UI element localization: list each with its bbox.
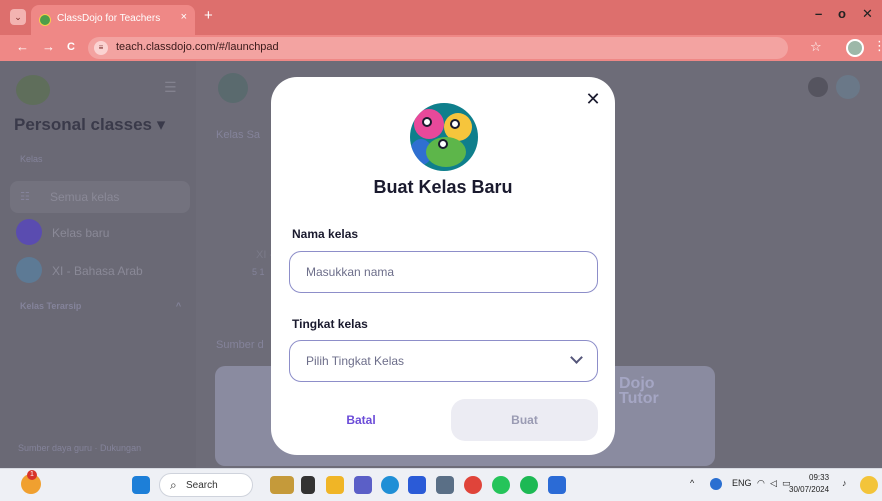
modal-title: Buat Kelas Baru: [373, 177, 513, 197]
windows-start-icon[interactable]: [132, 476, 150, 494]
chevron-up-icon: ^: [175, 301, 182, 311]
cancel-button[interactable]: Batal: [331, 399, 391, 441]
camera-icon[interactable]: [436, 476, 454, 494]
close-window-button[interactable]: ✕: [862, 6, 873, 22]
whatsapp-icon[interactable]: [492, 476, 510, 494]
classdojo-logo: [16, 75, 50, 105]
resources-heading: Sumber d: [216, 339, 264, 351]
profile-avatar[interactable]: [846, 39, 864, 57]
wifi-icon[interactable]: ◠: [757, 478, 765, 489]
archived-classes-toggle[interactable]: Kelas Terarsip ^: [20, 301, 181, 311]
promo-text: Dojo Tutor: [619, 375, 659, 407]
classdojo-favicon-icon: [39, 14, 51, 26]
grade-level-label: Tingkat kelas: [292, 317, 368, 331]
address-bar[interactable]: ≡ teach.classdojo.com/#/launchpad: [88, 37, 788, 59]
sidebar-footer-links[interactable]: Sumber daya guru · Dukungan: [18, 443, 141, 453]
sidebar: ☰ Personal classes ▾ Kelas ☷ Semua kelas…: [0, 61, 196, 468]
class-avatar: [16, 257, 42, 283]
browser-tab-strip: ⌄ ClassDojo for Teachers × + – o ✕: [0, 0, 882, 35]
sidebar-item-label: Semua kelas: [50, 190, 120, 204]
teams-icon[interactable]: [354, 476, 372, 494]
forward-button[interactable]: →: [42, 39, 55, 54]
school-avatar[interactable]: [218, 73, 248, 103]
bookmark-star-icon[interactable]: ☆: [810, 39, 822, 55]
windows-taskbar: 1 ⌕ Search ^ ENG ◠ ◁ ▭ 09:33 30/07/2024 …: [0, 468, 882, 501]
word-icon[interactable]: [548, 476, 566, 494]
notification-bell-icon[interactable]: ♪: [842, 478, 847, 488]
search-icon: ⌕: [170, 478, 177, 492]
browser-toolbar: ← → C ≡ teach.classdojo.com/#/launchpad: [0, 35, 882, 61]
close-modal-button[interactable]: ✕: [583, 89, 603, 109]
news-widget-icon[interactable]: [270, 476, 294, 494]
edge-icon[interactable]: [381, 476, 399, 494]
classes-section-label: Kelas: [20, 154, 43, 164]
class-name-label: Nama kelas: [292, 227, 359, 241]
search-label: Search: [186, 480, 218, 491]
classes-section-heading: Kelas Sa: [216, 129, 261, 141]
create-class-modal: ✕ Buat Kelas Baru Nama kelas Masukkan na…: [271, 77, 615, 455]
sidebar-item-class[interactable]: XI - Bahasa Arab: [52, 264, 143, 278]
chrome-icon[interactable]: [464, 476, 482, 494]
reload-button[interactable]: C: [67, 41, 75, 53]
grid-icon: ☷: [20, 191, 30, 203]
create-button[interactable]: Buat: [451, 399, 598, 441]
tab-close-button[interactable]: ×: [181, 11, 187, 23]
store-icon[interactable]: [408, 476, 426, 494]
grade-level-placeholder: Pilih Tingkat Kelas: [306, 354, 405, 368]
tab-search-icon[interactable]: ⌄: [10, 9, 26, 25]
user-avatar[interactable]: [836, 75, 860, 99]
site-info-icon[interactable]: ≡: [94, 41, 108, 55]
spotify-icon[interactable]: [520, 476, 538, 494]
chevron-up-icon[interactable]: ^: [690, 478, 694, 488]
chevron-down-icon: ▾: [156, 115, 166, 134]
browser-tab[interactable]: ClassDojo for Teachers ×: [31, 5, 195, 35]
copilot-icon[interactable]: [860, 476, 878, 494]
sidebar-item-new-class[interactable]: Kelas baru: [52, 226, 109, 240]
language-indicator[interactable]: ENG: [732, 478, 752, 488]
plus-icon: [16, 219, 42, 245]
url-text: teach.classdojo.com/#/launchpad: [116, 41, 279, 53]
notification-badge: 1: [27, 470, 37, 480]
classdojo-monsters-illustration: [410, 103, 478, 171]
browser-menu-icon[interactable]: ⋮: [873, 38, 882, 54]
time: 09:33: [809, 473, 830, 482]
sidebar-menu-icon[interactable]: ☰: [164, 79, 177, 96]
back-button[interactable]: ←: [16, 39, 29, 54]
volume-icon[interactable]: ◁: [770, 478, 777, 489]
weather-icon[interactable]: 1: [21, 470, 41, 494]
taskbar-search[interactable]: ⌕ Search: [159, 473, 253, 497]
clock[interactable]: 09:33 30/07/2024: [789, 472, 829, 496]
personal-classes-label: Personal classes: [14, 115, 152, 134]
class-name-placeholder: Masukkan nama: [306, 265, 395, 279]
class-card-sub: 5 1: [252, 267, 265, 277]
maximize-button[interactable]: o: [838, 6, 846, 21]
class-name-input[interactable]: Masukkan nama: [289, 251, 598, 293]
date: 30/07/2024: [789, 485, 830, 494]
personal-classes-dropdown[interactable]: Personal classes ▾: [14, 115, 165, 135]
new-tab-button[interactable]: +: [204, 7, 213, 24]
file-explorer-icon[interactable]: [326, 476, 344, 494]
help-icon[interactable]: [808, 77, 828, 97]
grade-level-select[interactable]: Pilih Tingkat Kelas: [289, 340, 598, 382]
sidebar-item-all-classes[interactable]: ☷ Semua kelas: [10, 181, 190, 213]
chevron-down-icon: [570, 351, 583, 364]
minimize-button[interactable]: –: [815, 6, 822, 21]
tab-title: ClassDojo for Teachers: [57, 13, 161, 24]
archived-label: Kelas Terarsip: [20, 301, 82, 311]
cloud-sync-icon[interactable]: [710, 478, 722, 490]
task-view-icon[interactable]: [301, 476, 315, 494]
